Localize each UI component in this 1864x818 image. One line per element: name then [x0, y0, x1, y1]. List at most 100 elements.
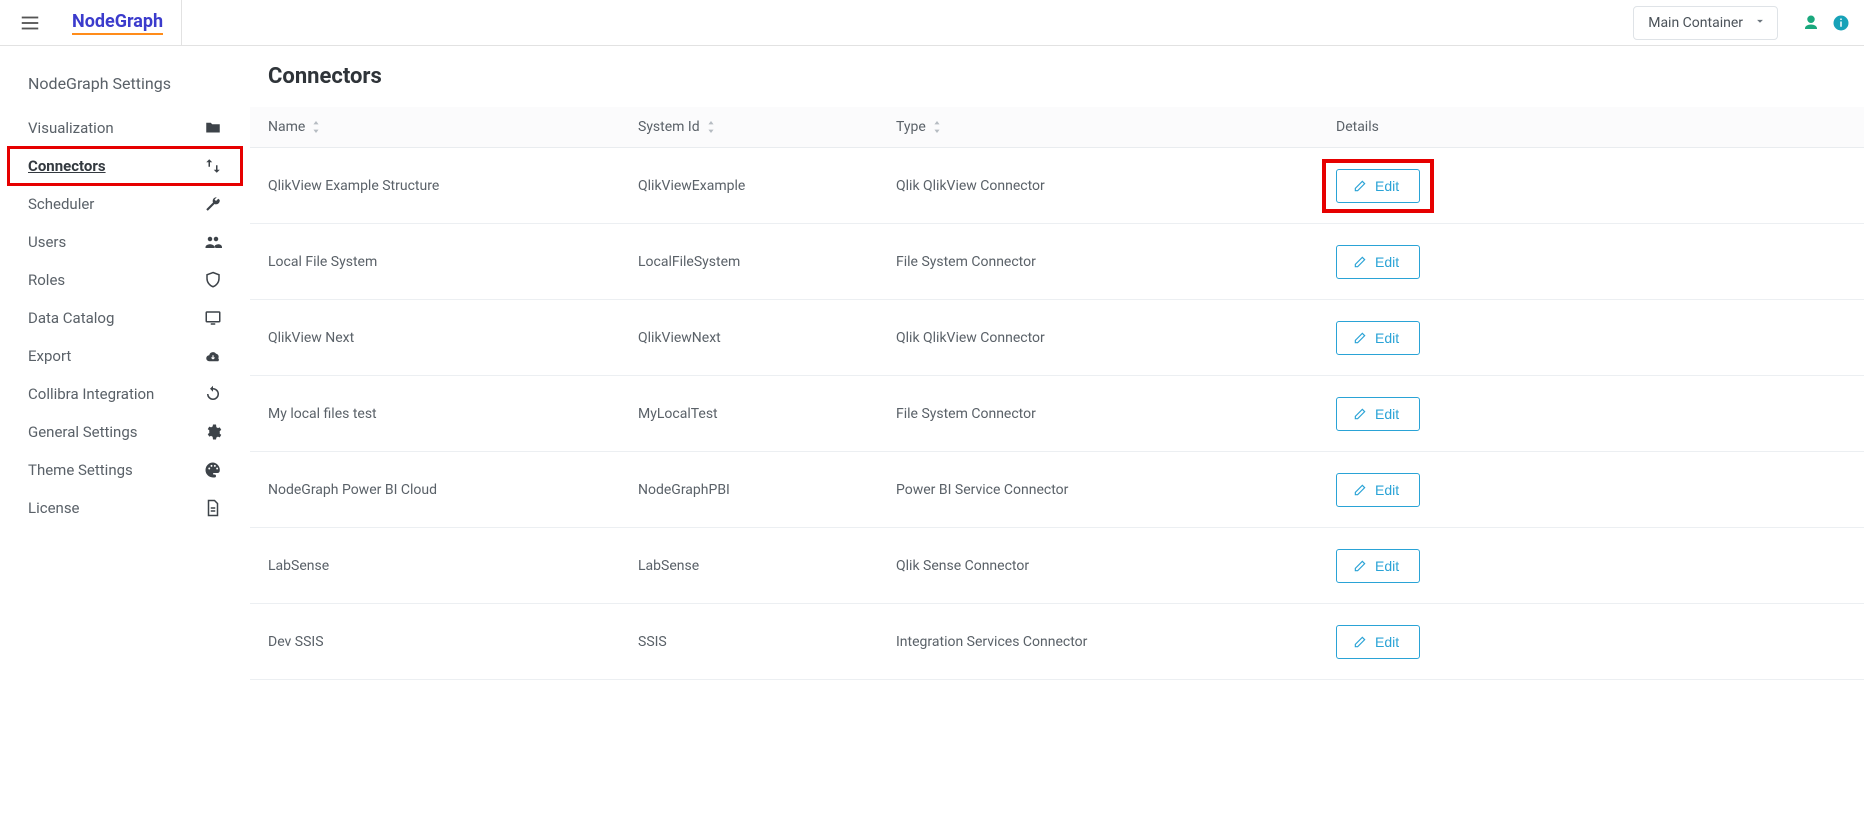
gear-icon [204, 423, 222, 441]
cell-system-id: QlikViewNext [638, 330, 896, 346]
sidebar-item-theme-settings[interactable]: Theme Settings [0, 451, 250, 489]
sidebar-item-collibra-integration[interactable]: Collibra Integration [0, 375, 250, 413]
cell-type: Qlik Sense Connector [896, 558, 1336, 574]
sidebar-item-label: Visualization [28, 119, 114, 137]
monitor-icon [204, 309, 222, 327]
cell-type: File System Connector [896, 254, 1336, 270]
sidebar-item-label: Theme Settings [28, 461, 133, 479]
table-row: Dev SSISSSISIntegration Services Connect… [250, 604, 1864, 680]
cell-type: Power BI Service Connector [896, 482, 1336, 498]
table-row: Local File SystemLocalFileSystemFile Sys… [250, 224, 1864, 300]
hamburger-menu-button[interactable] [12, 5, 48, 41]
col-header-type-label: Type [896, 119, 926, 135]
info-icon [1832, 14, 1850, 32]
page-title: Connectors [250, 64, 1864, 107]
edit-button[interactable]: Edit [1336, 245, 1420, 279]
sidebar-item-general-settings[interactable]: General Settings [0, 413, 250, 451]
sidebar-item-label: Roles [28, 271, 65, 289]
folder-icon [204, 119, 222, 137]
container-select[interactable]: Main Container [1633, 6, 1778, 40]
shield-icon [204, 271, 222, 289]
brand-logo[interactable]: NodeGraph [54, 0, 182, 46]
table-row: QlikView NextQlikViewNextQlik QlikView C… [250, 300, 1864, 376]
cell-system-id: MyLocalTest [638, 406, 896, 422]
sidebar-item-export[interactable]: Export [0, 337, 250, 375]
user-profile-button[interactable] [1800, 12, 1822, 34]
sidebar: NodeGraph Settings Visualization Connecto… [0, 46, 250, 818]
col-header-details: Details [1336, 119, 1846, 135]
cell-system-id: QlikViewExample [638, 178, 896, 194]
sidebar-item-connectors[interactable]: Connectors [8, 147, 242, 185]
sidebar-item-visualization[interactable]: Visualization [0, 109, 250, 147]
edit-icon [1353, 483, 1367, 497]
sidebar-item-users[interactable]: Users [0, 223, 250, 261]
hamburger-icon [19, 12, 41, 34]
cell-type: Integration Services Connector [896, 634, 1336, 650]
edit-button[interactable]: Edit [1336, 473, 1420, 507]
document-icon [204, 499, 222, 517]
sidebar-item-roles[interactable]: Roles [0, 261, 250, 299]
table-row: QlikView Example StructureQlikViewExampl… [250, 148, 1864, 224]
edit-button-label: Edit [1375, 254, 1399, 270]
cell-name: NodeGraph Power BI Cloud [268, 482, 638, 498]
connectors-table: Name System Id Type Details Qli [250, 107, 1864, 680]
cell-details: Edit [1336, 169, 1846, 203]
sort-icon [311, 121, 321, 133]
cell-system-id: NodeGraphPBI [638, 482, 896, 498]
palette-icon [204, 461, 222, 479]
edit-icon [1353, 255, 1367, 269]
cell-details: Edit [1336, 473, 1846, 507]
swap-icon [204, 157, 222, 175]
sidebar-item-license[interactable]: License [0, 489, 250, 527]
edit-icon [1353, 331, 1367, 345]
edit-button[interactable]: Edit [1336, 397, 1420, 431]
sidebar-item-data-catalog[interactable]: Data Catalog [0, 299, 250, 337]
sidebar-title: NodeGraph Settings [0, 68, 250, 109]
edit-button[interactable]: Edit [1336, 549, 1420, 583]
cell-details: Edit [1336, 397, 1846, 431]
sidebar-item-label: Collibra Integration [28, 385, 154, 403]
brand-text: NodeGraph [72, 11, 163, 35]
sort-icon [706, 121, 716, 133]
edit-button-label: Edit [1375, 634, 1399, 650]
edit-icon [1353, 407, 1367, 421]
info-button[interactable] [1830, 12, 1852, 34]
wrench-icon [204, 195, 222, 213]
sidebar-item-scheduler[interactable]: Scheduler [0, 185, 250, 223]
edit-button-label: Edit [1375, 558, 1399, 574]
sync-icon [204, 385, 222, 403]
sidebar-item-label: General Settings [28, 423, 138, 441]
table-row: LabSenseLabSenseQlik Sense ConnectorEdit [250, 528, 1864, 604]
cell-details: Edit [1336, 245, 1846, 279]
col-header-name-label: Name [268, 119, 305, 135]
chevron-down-icon [1753, 14, 1767, 32]
cell-details: Edit [1336, 625, 1846, 659]
cell-details: Edit [1336, 549, 1846, 583]
cell-system-id: LocalFileSystem [638, 254, 896, 270]
cloud-download-icon [204, 347, 222, 365]
main-content: Connectors Name System Id Type [250, 46, 1864, 818]
col-header-type[interactable]: Type [896, 119, 1336, 135]
user-icon [1802, 14, 1820, 32]
edit-button-label: Edit [1375, 330, 1399, 346]
cell-name: Dev SSIS [268, 634, 638, 650]
edit-button[interactable]: Edit [1336, 169, 1420, 203]
container-select-label: Main Container [1648, 15, 1743, 31]
edit-button[interactable]: Edit [1336, 321, 1420, 355]
edit-button[interactable]: Edit [1336, 625, 1420, 659]
cell-name: My local files test [268, 406, 638, 422]
edit-button-label: Edit [1375, 178, 1399, 194]
col-header-system-label: System Id [638, 119, 700, 135]
sidebar-item-label: Data Catalog [28, 309, 114, 327]
users-icon [204, 233, 222, 251]
sidebar-item-label: Connectors [28, 157, 106, 175]
sidebar-item-label: Export [28, 347, 71, 365]
col-header-system[interactable]: System Id [638, 119, 896, 135]
cell-system-id: SSIS [638, 634, 896, 650]
sort-icon [932, 121, 942, 133]
sidebar-item-label: License [28, 499, 80, 517]
table-row: NodeGraph Power BI CloudNodeGraphPBIPowe… [250, 452, 1864, 528]
sidebar-item-label: Scheduler [28, 195, 94, 213]
edit-icon [1353, 179, 1367, 193]
col-header-name[interactable]: Name [268, 119, 638, 135]
